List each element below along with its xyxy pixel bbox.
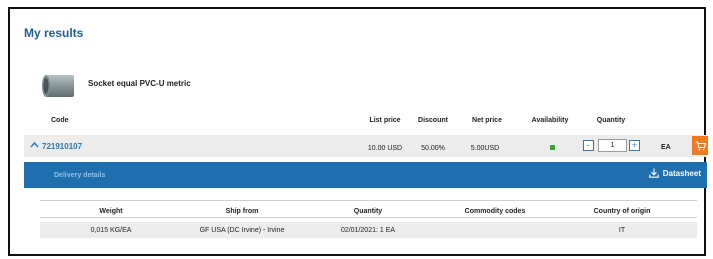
datasheet-button[interactable]: Datasheet xyxy=(649,168,701,178)
product-name: Socket equal PVC-U metric xyxy=(88,79,191,88)
net-price-value: 5.00USD xyxy=(470,145,500,152)
chevron-up-icon[interactable] xyxy=(30,140,39,150)
ship-from-value: GF USA (DC Irvine) - Irvine xyxy=(199,227,285,234)
delivery-details-bar: Delivery details Datasheet xyxy=(24,162,707,188)
column-header-commodity-codes: Commodity codes xyxy=(464,208,526,215)
column-header-quantity: Quantity xyxy=(596,117,626,124)
cart-icon xyxy=(695,140,706,150)
datasheet-label: Datasheet xyxy=(662,168,701,178)
product-code-link[interactable]: 721910107 xyxy=(42,142,82,151)
column-header-discount: Discount xyxy=(418,117,448,124)
quantity-increase-button[interactable]: + xyxy=(629,140,640,151)
delivery-quantity-value: 02/01/2021: 1 EA xyxy=(340,227,396,234)
weight-value: 0,015 KG/EA xyxy=(90,227,132,234)
column-header-delivery-quantity: Quantity xyxy=(353,208,383,215)
download-icon xyxy=(649,168,659,178)
results-panel: My results Socket equal PVC-U metric Cod… xyxy=(8,7,708,256)
column-header-net-price: Net price xyxy=(472,117,502,124)
column-header-weight: Weight xyxy=(99,208,123,215)
column-header-code: Code xyxy=(51,117,69,124)
availability-indicator xyxy=(550,145,555,150)
discount-value: 50.00% xyxy=(421,145,445,152)
quantity-input[interactable]: 1 xyxy=(598,139,627,152)
delivery-details-label[interactable]: Delivery details xyxy=(54,172,105,179)
page-title: My results xyxy=(24,26,84,40)
quantity-unit: EA xyxy=(661,144,671,151)
column-header-list-price: List price xyxy=(369,117,401,124)
divider xyxy=(40,217,697,218)
column-header-ship-from: Ship from xyxy=(225,208,259,215)
country-of-origin-value: IT xyxy=(618,227,626,234)
add-to-cart-button[interactable] xyxy=(692,136,708,155)
column-header-country-of-origin: Country of origin xyxy=(593,208,651,215)
divider xyxy=(40,200,697,201)
list-price-value: 10.00 USD xyxy=(367,145,403,152)
column-header-availability: Availability xyxy=(531,117,569,124)
quantity-decrease-button[interactable]: - xyxy=(583,140,594,151)
product-image xyxy=(42,75,74,97)
